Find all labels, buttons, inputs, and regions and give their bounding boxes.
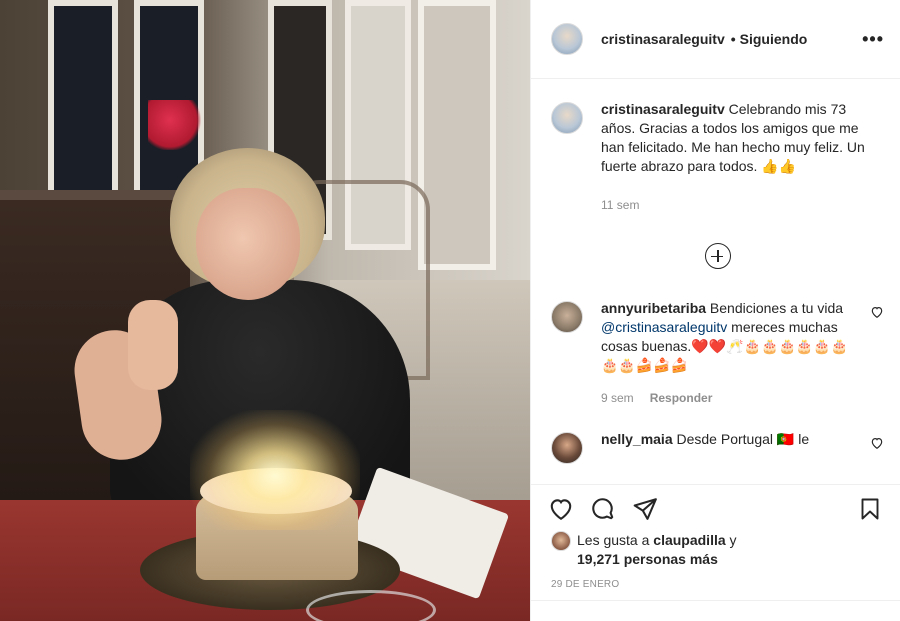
more-dots-icon[interactable]: ••• bbox=[862, 29, 884, 50]
likes-count-link[interactable]: 19,271 personas más bbox=[577, 551, 718, 567]
author-username[interactable]: cristinasaraleguitv bbox=[601, 31, 725, 47]
comment-username[interactable]: nelly_maia bbox=[601, 431, 673, 447]
comment-heart-icon[interactable] bbox=[870, 436, 884, 450]
caption: cristinasaraleguitv Celebrando mis 73 añ… bbox=[551, 100, 884, 215]
likes-prefix: Les gusta a bbox=[577, 532, 654, 548]
caption-avatar[interactable] bbox=[551, 102, 583, 134]
post-date[interactable]: 29 DE ENERO bbox=[551, 579, 884, 590]
paper-plane-icon[interactable] bbox=[631, 495, 659, 523]
instagram-post: cristinasaraleguitv • Siguiendo ••• cris… bbox=[0, 0, 900, 621]
author-avatar[interactable] bbox=[551, 23, 583, 55]
reply-button[interactable]: Responder bbox=[650, 389, 713, 408]
load-more-comments[interactable] bbox=[551, 243, 884, 269]
likes-connector: y bbox=[725, 532, 737, 548]
post-actions: Les gusta a claupadilla y 19,271 persona… bbox=[531, 484, 900, 590]
comment-username[interactable]: annyuribetariba bbox=[601, 300, 706, 316]
comment-item: annyuribetariba Bendiciones a tu vida @c… bbox=[551, 299, 884, 408]
comments-section[interactable]: cristinasaraleguitv Celebrando mis 73 añ… bbox=[531, 80, 900, 484]
post-photo[interactable] bbox=[0, 0, 530, 621]
comment-heart-icon[interactable] bbox=[870, 305, 884, 319]
liker-avatar[interactable] bbox=[551, 531, 571, 551]
plus-circle-icon[interactable] bbox=[704, 243, 731, 269]
add-comment-bar[interactable] bbox=[531, 600, 900, 621]
post-header: cristinasaraleguitv • Siguiendo ••• bbox=[531, 0, 900, 79]
comment-item: nelly_maia Desde Portugal 🇵🇹 le bbox=[551, 430, 884, 464]
comment-time[interactable]: 9 sem bbox=[601, 389, 634, 408]
comment-text: Bendiciones a tu vida bbox=[709, 300, 844, 316]
comment-text: Desde Portugal 🇵🇹 le bbox=[676, 431, 810, 447]
commenter-avatar[interactable] bbox=[551, 301, 583, 333]
bookmark-icon[interactable] bbox=[856, 495, 884, 523]
liker-username[interactable]: claupadilla bbox=[653, 532, 725, 548]
post-side-panel: cristinasaraleguitv • Siguiendo ••• cris… bbox=[530, 0, 900, 621]
action-icons-bar bbox=[547, 485, 884, 529]
commenter-avatar[interactable] bbox=[551, 432, 583, 464]
comment-mention-link[interactable]: @cristinasaraleguitv bbox=[601, 319, 727, 335]
caption-username[interactable]: cristinasaraleguitv bbox=[601, 101, 725, 117]
comment-bubble-icon[interactable] bbox=[589, 495, 617, 523]
caption-time[interactable]: 11 sem bbox=[601, 196, 639, 215]
heart-icon[interactable] bbox=[547, 495, 575, 523]
follow-status-button[interactable]: Siguiendo bbox=[740, 31, 808, 47]
follow-separator: • bbox=[730, 31, 736, 47]
likes-summary: Les gusta a claupadilla y 19,271 persona… bbox=[551, 531, 884, 569]
